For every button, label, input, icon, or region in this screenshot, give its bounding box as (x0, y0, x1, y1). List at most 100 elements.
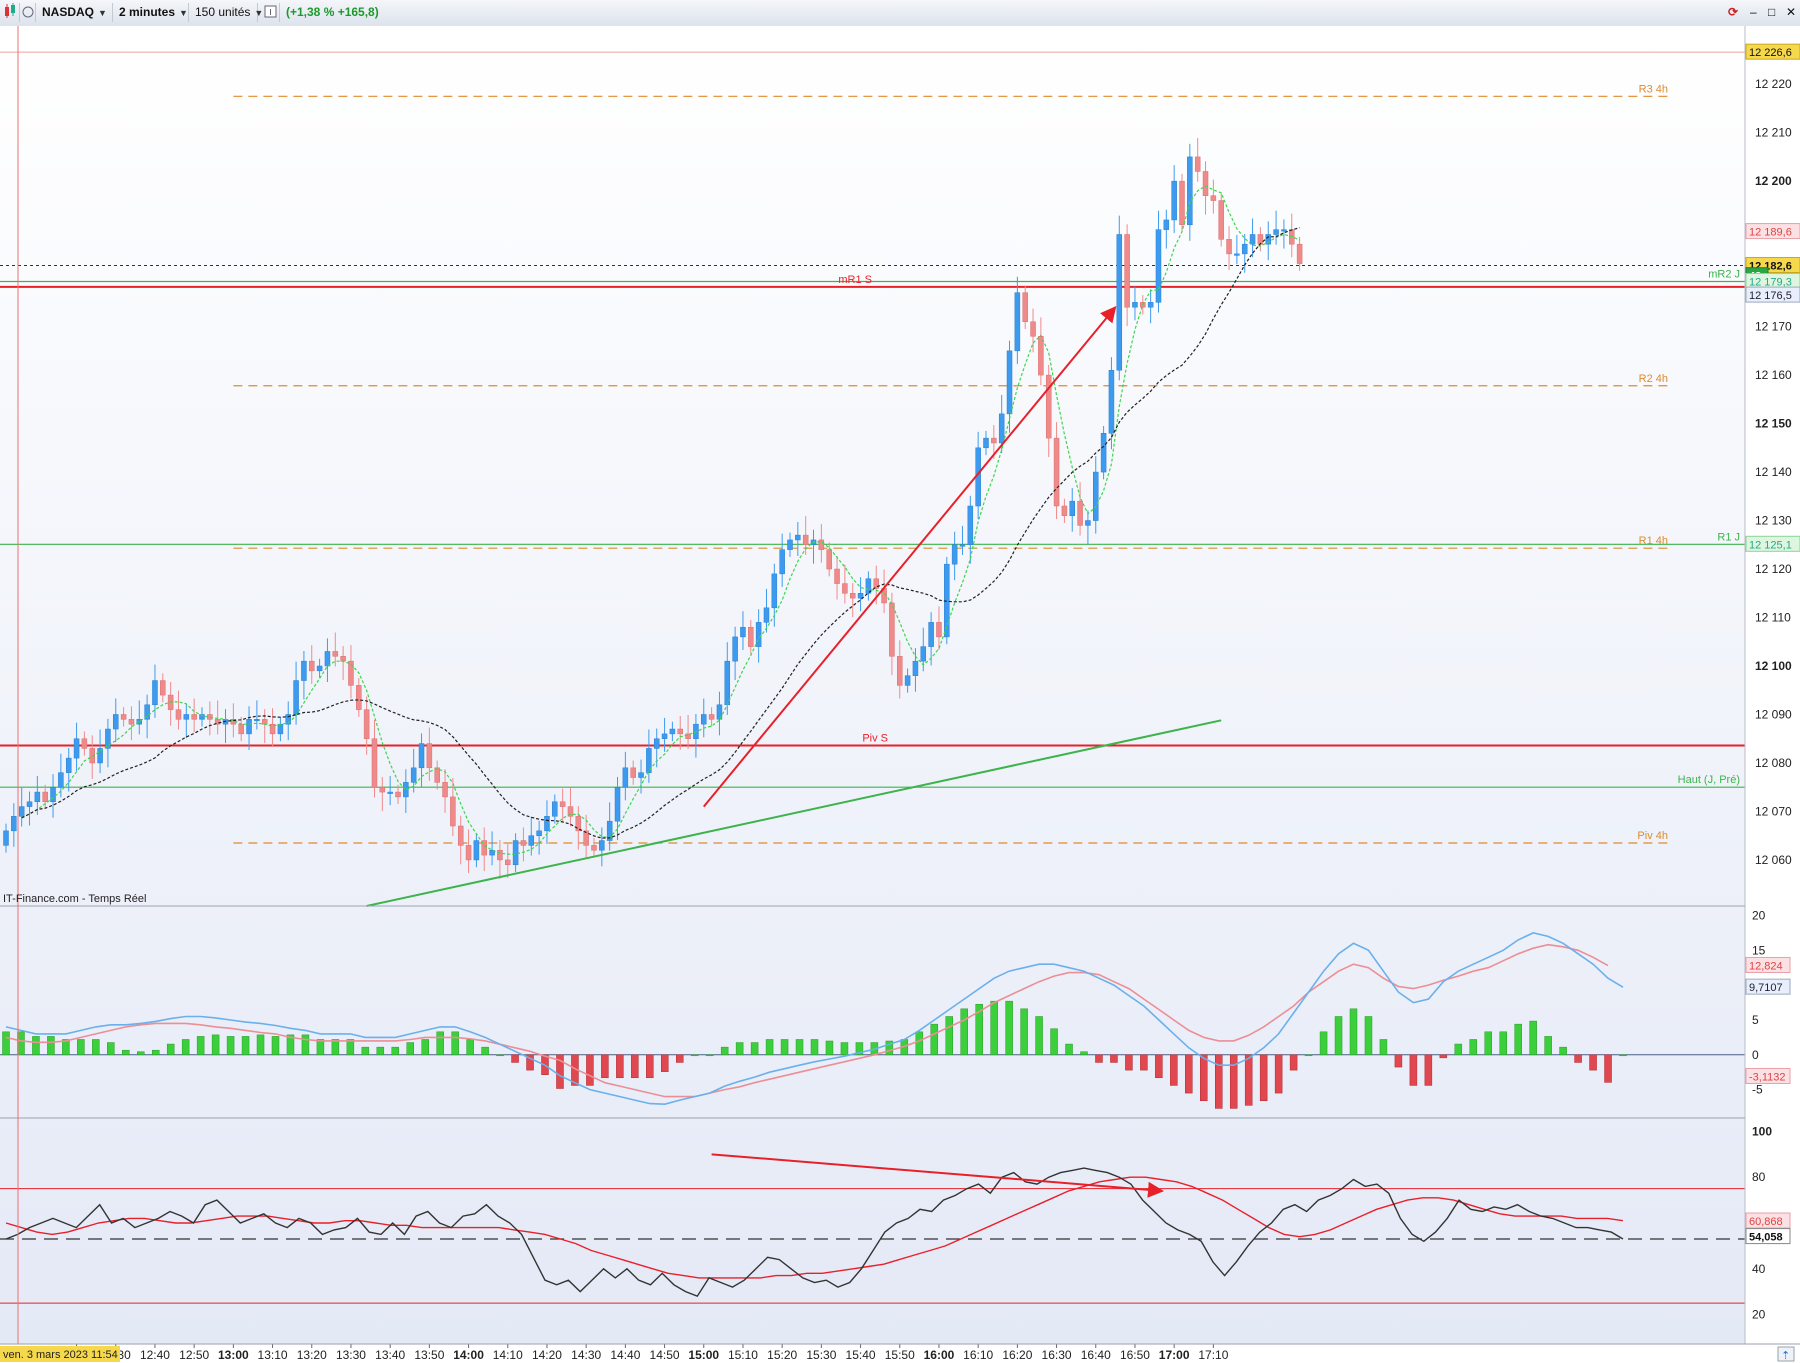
macd-histogram-bar (1529, 1020, 1537, 1056)
macd-histogram-bar (151, 1049, 160, 1056)
stoch-tick-label: 40 (1752, 1262, 1766, 1276)
macd-histogram-bar (1334, 1016, 1343, 1056)
candle-body (802, 534, 809, 546)
macd-histogram-bar (92, 1039, 100, 1056)
candle-body (1296, 243, 1303, 264)
macd-histogram-bar (107, 1042, 115, 1056)
macd-histogram-bar (930, 1023, 939, 1056)
candle-body (779, 549, 785, 575)
candle-body (309, 660, 315, 672)
macd-histogram-bar (481, 1046, 489, 1056)
refresh-icon[interactable]: ⟳ (1722, 3, 1744, 22)
candle-body (708, 714, 715, 720)
candle-body (771, 573, 778, 609)
macd-histogram-bar (915, 1031, 924, 1056)
price-tag: 12 176,5 (1749, 290, 1792, 302)
macd-histogram-bar (1200, 1054, 1208, 1102)
macd-histogram-bar (361, 1046, 370, 1056)
candle-body (42, 791, 48, 803)
macd-histogram-bar (1289, 1054, 1298, 1071)
price-tick-label: 12 210 (1755, 126, 1792, 140)
candle-body (1069, 500, 1075, 516)
candle-body (332, 651, 339, 657)
macd-histogram-bar (331, 1039, 340, 1056)
candle-body (967, 505, 974, 546)
candle-body (50, 786, 56, 803)
price-tick-label: 12 080 (1755, 756, 1792, 770)
macd-histogram-bar (735, 1042, 744, 1056)
level-label: Haut (J, Pré) (1678, 774, 1740, 786)
instrument-select[interactable]: NASDAQ ▼ (36, 3, 113, 22)
candle-body (105, 728, 111, 749)
time-tick-label: 15:10 (728, 1348, 758, 1362)
candle-body (559, 801, 566, 807)
time-tick-label: 13:20 (297, 1348, 327, 1362)
candle-chart-icon[interactable] (0, 3, 20, 22)
candle-body (363, 709, 370, 739)
candle-body (473, 840, 480, 861)
candle-body (34, 791, 41, 803)
candle-body (653, 738, 660, 749)
candle-body (748, 626, 754, 647)
footer-datetime-text: ven. 3 mars 2023 11:54 (3, 1349, 118, 1361)
macd-histogram-bar (840, 1042, 849, 1056)
candle-body (301, 660, 307, 681)
candle-body (1194, 156, 1201, 172)
candle-body (261, 719, 268, 725)
macd-histogram-bar (166, 1043, 175, 1056)
info-icon[interactable] (262, 3, 280, 22)
time-tick-label: 13:30 (336, 1348, 366, 1362)
macd-histogram-bar (17, 1031, 25, 1056)
macd-histogram-bar (601, 1054, 609, 1079)
macd-histogram-bar (1020, 1008, 1028, 1056)
macd-value-tag: 9,7107 (1749, 982, 1783, 994)
minimize-icon[interactable]: – (1744, 3, 1762, 22)
candle-body (1014, 292, 1021, 352)
candle-body (1210, 195, 1217, 201)
candle-body (395, 791, 401, 798)
macd-histogram-bar (1050, 1028, 1058, 1056)
units-label: 150 unités (195, 5, 251, 19)
level-label: R1 J (1717, 531, 1740, 543)
macd-histogram-bar (1140, 1054, 1148, 1071)
macd-histogram-bar (256, 1034, 265, 1056)
macd-histogram-bar (1619, 1054, 1627, 1057)
price-tick-label: 12 160 (1755, 368, 1792, 382)
macd-histogram-bar (631, 1054, 639, 1079)
candle-body (638, 772, 644, 778)
macd-histogram-bar (1574, 1054, 1582, 1063)
macd-histogram-bar (47, 1036, 55, 1056)
maximize-icon[interactable]: □ (1762, 3, 1780, 22)
macd-value-tag: -3,1132 (1749, 1071, 1786, 1083)
close-icon[interactable]: ✕ (1780, 3, 1798, 22)
candle-body (1053, 437, 1060, 507)
price-tick-label: 12 200 (1755, 174, 1792, 188)
macd-tick-label: 0 (1752, 1048, 1759, 1062)
candle-body (191, 714, 197, 720)
interval-label: 2 minutes (119, 5, 176, 19)
macd-histogram-bar (945, 1016, 953, 1056)
macd-histogram-bar (271, 1036, 280, 1056)
chevron-down-icon: ▼ (98, 8, 107, 18)
interval-select[interactable]: 2 minutes ▼ (113, 3, 189, 22)
candle-body (983, 437, 989, 449)
candle-body (1187, 156, 1193, 226)
macd-histogram-bar (241, 1036, 250, 1056)
macd-histogram-bar (1155, 1054, 1163, 1079)
candle-body (724, 660, 731, 706)
candle-body (763, 607, 770, 623)
stoch-tick-label: 80 (1752, 1170, 1766, 1184)
instrument-icon (20, 3, 36, 22)
macd-histogram-bar (1409, 1054, 1418, 1086)
settings-icon[interactable]: ⇡ (1777, 1346, 1795, 1362)
macd-histogram-bar (451, 1031, 459, 1056)
candle-body (991, 437, 997, 444)
units-select[interactable]: 150 unités ▼ (189, 3, 263, 22)
candle-body (889, 602, 895, 657)
candle-body (497, 849, 503, 861)
price-tick-label: 12 090 (1755, 707, 1792, 721)
chart-area: 12 060 12 070 12 080 12 090 12 100 12 110 12 1… (0, 26, 1800, 1363)
candle-body (740, 626, 746, 638)
candle-body (1218, 200, 1224, 240)
candle-body (18, 806, 25, 817)
